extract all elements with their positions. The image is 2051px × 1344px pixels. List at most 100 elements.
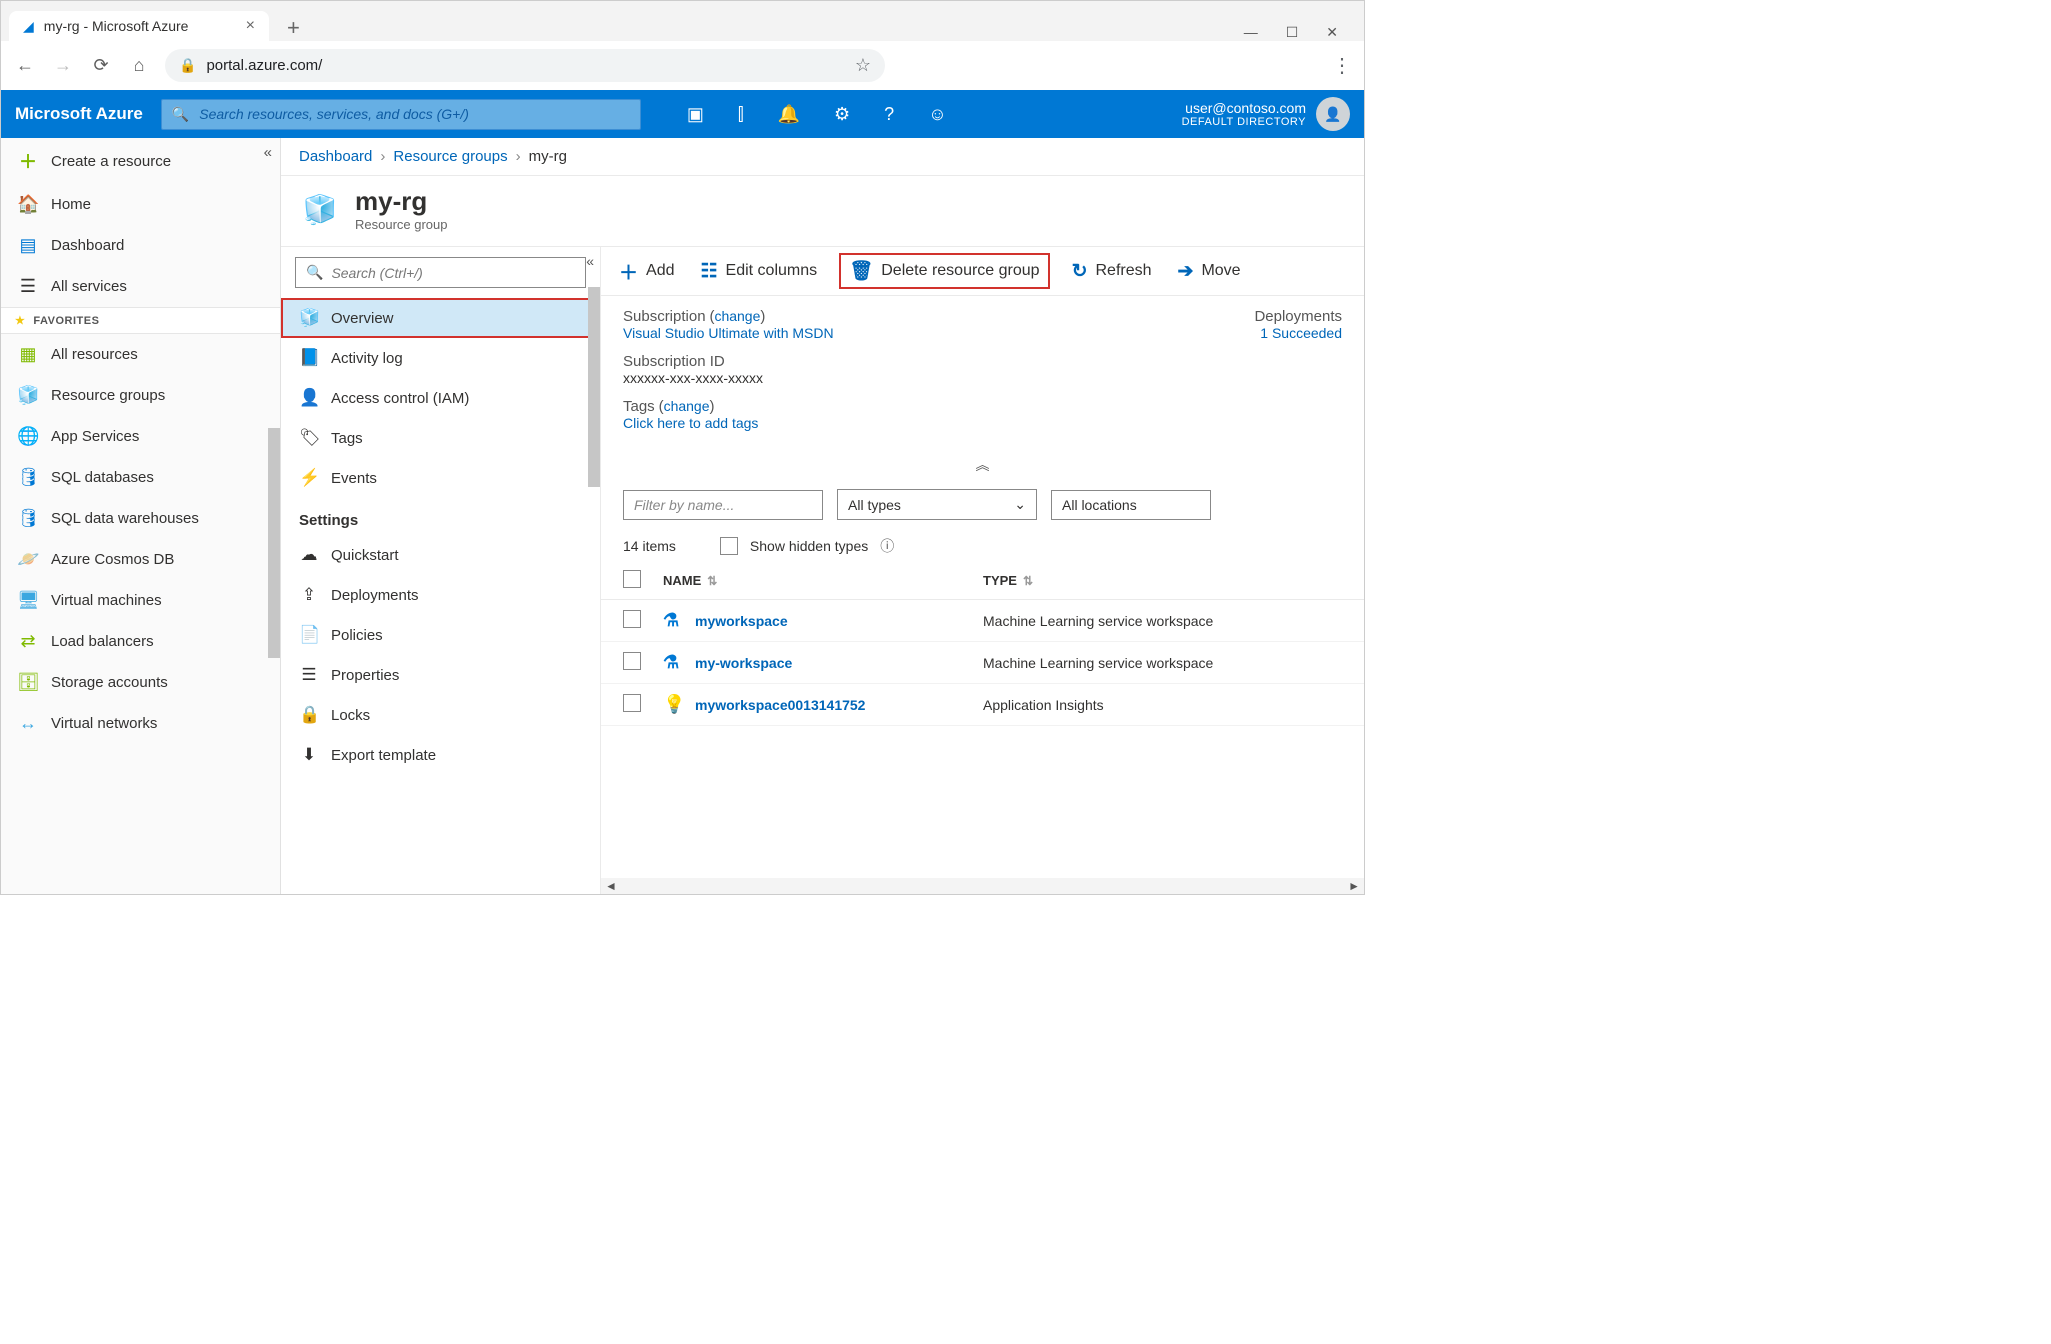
nav-favorite-item[interactable]: 🖥Virtual machines xyxy=(1,580,280,621)
subscription-value[interactable]: Visual Studio Ultimate with MSDN xyxy=(623,325,834,341)
arrow-right-icon: ➔ xyxy=(1178,260,1194,283)
nav-favorite-item[interactable]: ▦All resources xyxy=(1,334,280,375)
cmd-add[interactable]: ＋Add xyxy=(619,258,674,285)
sort-icon[interactable]: ⇅ xyxy=(1023,574,1033,588)
settings-item-locks[interactable]: 🔒Locks xyxy=(281,695,600,735)
nav-favorite-item[interactable]: 🌐App Services xyxy=(1,416,280,457)
command-bar: ＋Add ☷Edit columns 🗑Delete resource grou… xyxy=(601,247,1364,296)
leftnav-collapse-icon[interactable]: « xyxy=(264,144,272,161)
user-email: user@contoso.com xyxy=(1182,100,1306,116)
tags-label: Tags xyxy=(623,398,655,415)
nav-favorite-item[interactable]: 🧊Resource groups xyxy=(1,375,280,416)
window-maximize-icon[interactable]: ☐ xyxy=(1286,24,1299,41)
cloud-shell-icon[interactable]: ▣ xyxy=(687,104,704,125)
settings-item-properties[interactable]: ☰Properties xyxy=(281,655,600,695)
filter-icon[interactable]: ⫿ xyxy=(738,104,744,125)
settings-item-label: Deployments xyxy=(331,587,419,604)
menu-collapse-icon[interactable]: « xyxy=(586,253,594,269)
nav-home-icon[interactable]: ⌂ xyxy=(127,55,151,76)
menu-item-activity-log[interactable]: 📘Activity log xyxy=(281,338,600,378)
nav-all-services[interactable]: ☰ All services xyxy=(1,266,280,307)
account-menu[interactable]: user@contoso.com DEFAULT DIRECTORY 👤 xyxy=(1182,97,1350,131)
settings-section-header: Settings xyxy=(281,498,600,535)
settings-item-export-template[interactable]: ⬇Export template xyxy=(281,735,600,775)
menu-item-tags[interactable]: 🏷Tags xyxy=(281,418,600,458)
nav-forward-icon[interactable]: → xyxy=(51,55,75,76)
refresh-icon: ↻ xyxy=(1072,260,1088,283)
nav-favorite-item[interactable]: 🗄Storage accounts xyxy=(1,662,280,703)
tags-change-link[interactable]: change xyxy=(664,398,710,414)
global-search-input[interactable]: 🔍 Search resources, services, and docs (… xyxy=(161,99,641,130)
nav-reload-icon[interactable]: ⟳ xyxy=(89,55,113,76)
address-bar[interactable]: 🔒 portal.azure.com/ ☆ xyxy=(165,49,885,82)
nav-favorite-item[interactable]: 🪐Azure Cosmos DB xyxy=(1,539,280,580)
nav-favorite-item[interactable]: 🛢SQL data warehouses xyxy=(1,498,280,539)
menu-item-icon: 🧊 xyxy=(299,308,319,328)
notifications-icon[interactable]: 🔔 xyxy=(778,104,800,125)
nav-back-icon[interactable]: ← xyxy=(13,55,37,76)
window-close-icon[interactable]: ✕ xyxy=(1326,24,1338,41)
help-icon[interactable]: ? xyxy=(884,104,894,125)
breadcrumb-dashboard[interactable]: Dashboard xyxy=(299,148,372,165)
blade-title: my-rg xyxy=(355,186,448,217)
filter-locations-select[interactable]: All locations xyxy=(1051,490,1211,520)
resource-link[interactable]: ⚗my-workspace xyxy=(663,652,792,673)
settings-item-quickstart[interactable]: ☁Quickstart xyxy=(281,535,600,575)
col-name-header[interactable]: NAME xyxy=(663,573,701,588)
browser-tab[interactable]: ◢ my-rg - Microsoft Azure × xyxy=(9,11,269,41)
menu-item-events[interactable]: ⚡Events xyxy=(281,458,600,498)
settings-gear-icon[interactable]: ⚙ xyxy=(834,104,850,125)
cmd-edit-columns[interactable]: ☷Edit columns xyxy=(700,260,817,283)
select-all-checkbox[interactable] xyxy=(623,570,641,588)
bookmark-star-icon[interactable]: ☆ xyxy=(855,55,871,76)
cmd-move[interactable]: ➔Move xyxy=(1178,260,1241,283)
menu-item-access-control-iam-[interactable]: 👤Access control (IAM) xyxy=(281,378,600,418)
deployments-value[interactable]: 1 Succeeded xyxy=(1260,325,1342,341)
new-tab-button[interactable]: + xyxy=(277,15,310,41)
settings-item-deployments[interactable]: ⇪Deployments xyxy=(281,575,600,615)
scroll-left-icon[interactable]: ◄ xyxy=(605,879,617,893)
cmd-refresh[interactable]: ↻Refresh xyxy=(1072,260,1152,283)
cmd-delete-resource-group[interactable]: 🗑Delete resource group xyxy=(843,257,1045,285)
nav-favorite-item[interactable]: 🛢SQL databases xyxy=(1,457,280,498)
url-text: portal.azure.com/ xyxy=(206,57,322,74)
row-checkbox[interactable] xyxy=(623,652,641,670)
sort-icon[interactable]: ⇅ xyxy=(707,574,717,588)
tags-add-link[interactable]: Click here to add tags xyxy=(623,415,758,431)
window-minimize-icon[interactable]: — xyxy=(1244,24,1258,41)
subscription-change-link[interactable]: change xyxy=(714,308,760,324)
essentials-collapse-icon[interactable]: ︽ xyxy=(601,451,1364,479)
nav-dashboard[interactable]: ▤ Dashboard xyxy=(1,225,280,266)
search-placeholder: Search resources, services, and docs (G+… xyxy=(199,106,469,122)
filter-name-input[interactable]: Filter by name... xyxy=(623,490,823,520)
nav-favorite-item[interactable]: ⇄Load balancers xyxy=(1,621,280,662)
col-type-header[interactable]: TYPE xyxy=(983,573,1017,588)
horizontal-scrollbar[interactable]: ◄ ► xyxy=(601,878,1364,894)
leftnav-scrollbar[interactable] xyxy=(268,428,280,658)
menu-scrollbar[interactable] xyxy=(588,287,600,487)
dashboard-icon: ▤ xyxy=(17,235,39,256)
show-hidden-checkbox[interactable] xyxy=(720,537,738,555)
azure-brand[interactable]: Microsoft Azure xyxy=(15,104,143,124)
tab-close-icon[interactable]: × xyxy=(246,17,255,35)
menu-item-label: Activity log xyxy=(331,350,403,367)
browser-menu-icon[interactable]: ⋮ xyxy=(1332,53,1352,78)
menu-item-overview[interactable]: 🧊Overview xyxy=(281,298,600,338)
feedback-icon[interactable]: ☺ xyxy=(928,104,946,125)
chevron-right-icon: › xyxy=(380,148,385,165)
menu-search-input[interactable]: 🔍 Search (Ctrl+/) xyxy=(295,257,586,288)
scroll-right-icon[interactable]: ► xyxy=(1348,879,1360,893)
breadcrumb-resource-groups[interactable]: Resource groups xyxy=(393,148,507,165)
menu-item-label: Tags xyxy=(331,430,363,447)
nav-create-resource[interactable]: ＋ Create a resource xyxy=(1,138,280,184)
resource-link[interactable]: ⚗myworkspace xyxy=(663,610,788,631)
row-checkbox[interactable] xyxy=(623,610,641,628)
nav-favorite-item[interactable]: ↔Virtual networks xyxy=(1,703,280,744)
row-checkbox[interactable] xyxy=(623,694,641,712)
settings-item-label: Policies xyxy=(331,627,383,644)
info-icon[interactable]: ⓘ xyxy=(880,536,894,556)
resource-link[interactable]: 💡myworkspace0013141752 xyxy=(663,694,865,715)
filter-types-select[interactable]: All types⌄ xyxy=(837,489,1037,520)
settings-item-policies[interactable]: 📄Policies xyxy=(281,615,600,655)
nav-home[interactable]: 🏠 Home xyxy=(1,184,280,225)
